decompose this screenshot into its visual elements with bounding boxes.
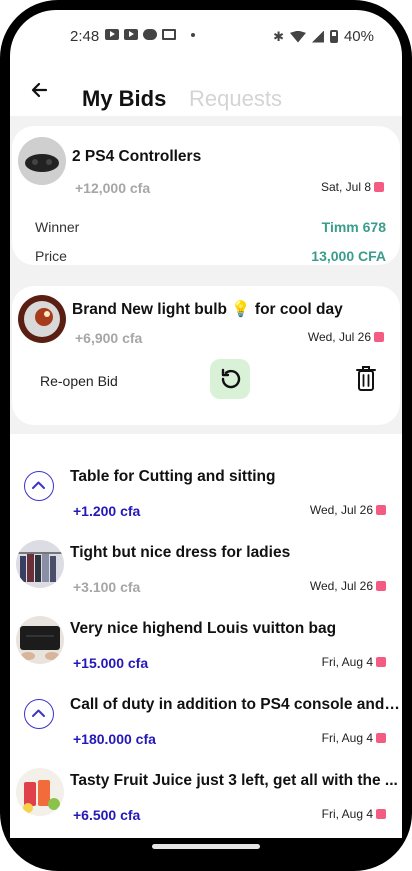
price-value: 13,000 CFA	[311, 248, 386, 264]
bluetooth-icon: ✱	[273, 28, 284, 44]
flag-icon	[376, 809, 386, 819]
winner-label: Winner	[35, 219, 80, 235]
juice-thumbnail	[16, 768, 64, 816]
gmail-icon	[162, 29, 176, 40]
bid-title: Tasty Fruit Juice just 3 left, get all w…	[70, 772, 398, 789]
notification-icons	[105, 29, 195, 40]
battery-percent: 40%	[343, 28, 374, 45]
list-item[interactable]: Very nice highend Louis vuitton bag +15.…	[10, 602, 402, 678]
flag-icon	[376, 505, 386, 515]
bid-title: Tight but nice dress for ladies	[70, 544, 291, 561]
phone-frame: 2:48 ✱ 40% My Bids Requests 2 PS4 Contro…	[0, 0, 412, 871]
bid-amount: +15.000 cfa	[73, 655, 149, 671]
bid-date-text: Fri, Aug 4	[321, 655, 373, 669]
bid-date: Sat, Jul 8	[321, 180, 384, 194]
list-item[interactable]: Table for Cutting and sitting +1.200 cfa…	[10, 450, 402, 526]
signal-icon	[311, 30, 324, 43]
app-header: My Bids Requests	[10, 62, 402, 118]
bid-date-text: Wed, Jul 26	[309, 579, 373, 593]
chevron-up-icon	[32, 709, 45, 717]
bag-thumbnail	[16, 616, 64, 664]
app-screen: 2:48 ✱ 40% My Bids Requests 2 PS4 Contro…	[10, 10, 402, 838]
dress-thumbnail	[16, 540, 64, 588]
controllers-thumbnail	[18, 137, 66, 185]
bid-date: Wed, Jul 26	[308, 330, 384, 344]
bid-date-text: Wed, Jul 26	[307, 330, 371, 344]
bid-date: Wed, Jul 26	[310, 579, 386, 593]
more-notifications-dot	[191, 32, 195, 37]
light-bulb-thumbnail	[18, 295, 66, 343]
bid-amount: +6.500 cfa	[73, 807, 141, 823]
tab-my-bids[interactable]: My Bids	[82, 86, 166, 112]
video-call-icon	[143, 29, 157, 40]
bid-amount: +3.100 cfa	[73, 579, 141, 595]
system-icons: ✱ 40%	[273, 28, 374, 45]
bid-amount: +12,000 cfa	[75, 180, 151, 196]
closed-bid-card[interactable]: Brand New light bulb 💡 for cool day +6,9…	[12, 286, 400, 425]
wifi-icon	[289, 30, 306, 43]
won-bid-card[interactable]: 2 PS4 Controllers +12,000 cfa Sat, Jul 8…	[12, 126, 400, 265]
flag-icon	[376, 657, 386, 667]
list-item[interactable]: Call of duty in addition to PS4 console …	[10, 678, 402, 754]
list-item[interactable]: Tight but nice dress for ladies +3.100 c…	[10, 526, 402, 602]
bid-date: Wed, Jul 26	[310, 503, 386, 517]
chevron-up-icon	[32, 481, 45, 489]
back-arrow-icon[interactable]	[26, 76, 54, 104]
bids-content: 2 PS4 Controllers +12,000 cfa Sat, Jul 8…	[10, 116, 402, 838]
status-time: 2:48	[70, 28, 100, 45]
status-bar: 2:48 ✱ 40%	[10, 10, 402, 62]
bid-date: Fri, Aug 4	[322, 655, 386, 669]
bid-date-text: Fri, Aug 4	[321, 807, 373, 821]
bid-title: Brand New light bulb 💡 for cool day	[72, 301, 343, 318]
flag-icon	[376, 733, 386, 743]
price-label: Price	[35, 248, 67, 264]
bid-amount: +180.000 cfa	[73, 731, 156, 747]
expand-button[interactable]	[24, 699, 54, 729]
bid-date: Fri, Aug 4	[322, 807, 386, 821]
bid-date-text: Wed, Jul 26	[309, 503, 373, 517]
reopen-bid-label[interactable]: Re-open Bid	[40, 373, 118, 389]
tab-requests[interactable]: Requests	[189, 86, 282, 112]
battery-icon	[329, 30, 338, 43]
bid-title: Very nice highend Louis vuitton bag	[70, 620, 337, 637]
list-item[interactable]: Tasty Fruit Juice just 3 left, get all w…	[10, 754, 402, 830]
bid-amount: +6,900 cfa	[75, 330, 143, 346]
bid-amount: +1.200 cfa	[73, 503, 141, 519]
winner-value[interactable]: Timm 678	[322, 219, 386, 235]
trash-icon[interactable]	[355, 364, 377, 392]
bid-title: 2 PS4 Controllers	[72, 148, 202, 165]
flag-icon	[374, 182, 384, 192]
flag-icon	[376, 581, 386, 591]
expand-button[interactable]	[24, 471, 54, 501]
youtube-icon	[124, 29, 138, 40]
bid-date-text: Sat, Jul 8	[320, 180, 371, 194]
home-indicator[interactable]	[152, 844, 260, 849]
youtube-icon	[105, 29, 119, 40]
bid-title: Table for Cutting and sitting	[70, 468, 276, 485]
bid-title: Call of duty in addition to PS4 console …	[70, 696, 400, 713]
flag-icon	[374, 332, 384, 342]
reopen-bid-button[interactable]	[210, 359, 250, 399]
reload-icon	[221, 368, 241, 389]
bid-date-text: Fri, Aug 4	[321, 731, 373, 745]
bid-date: Fri, Aug 4	[322, 731, 386, 745]
